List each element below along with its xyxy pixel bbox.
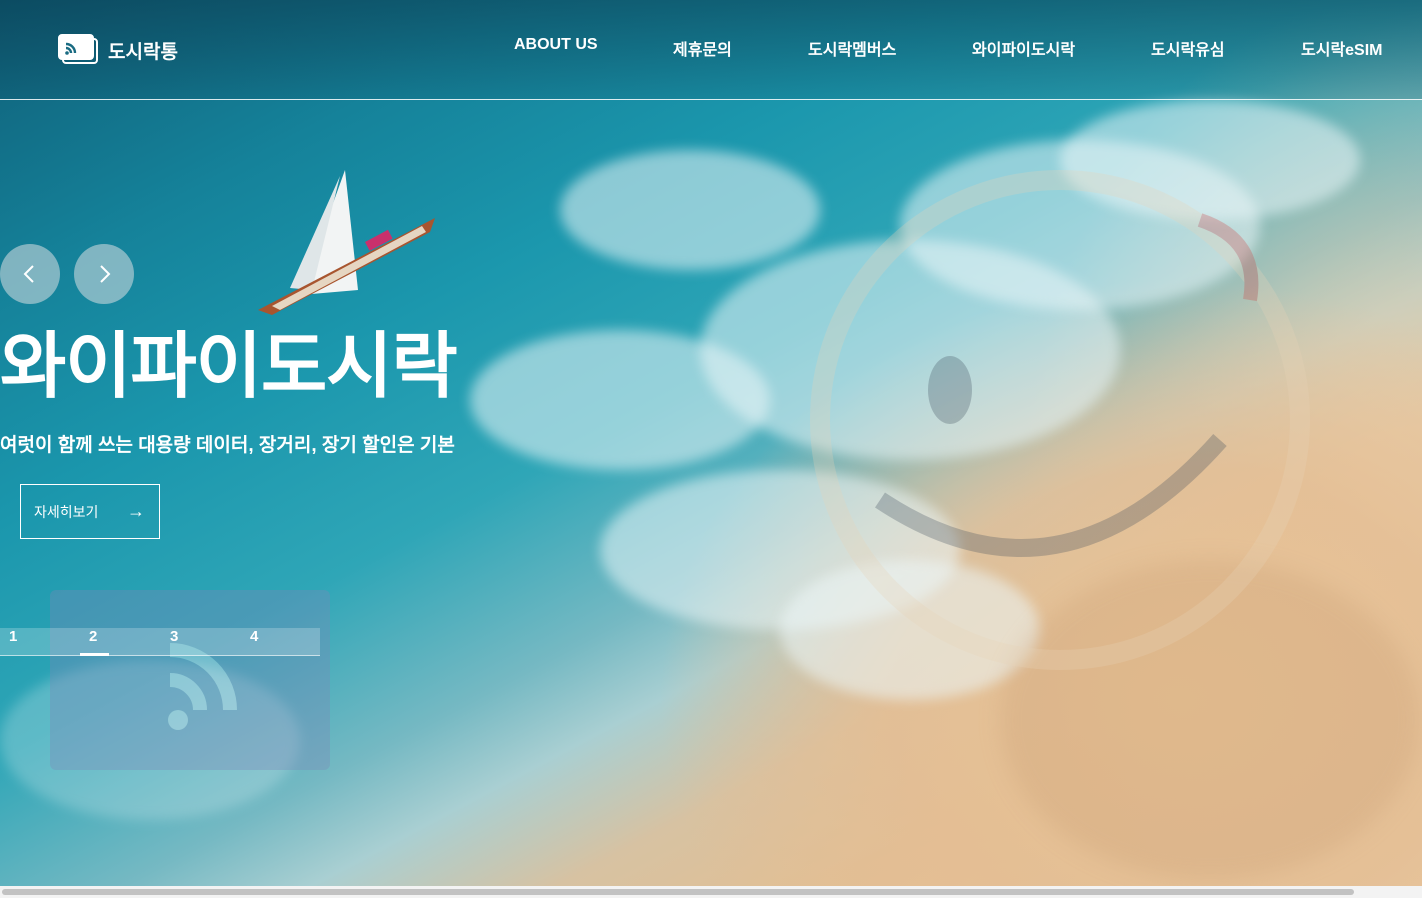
nav-item-usim[interactable]: 도시락유심 <box>1151 36 1225 60</box>
smiley-watermark-icon <box>810 170 1310 670</box>
slide-pagination: 1 2 3 4 <box>0 628 320 656</box>
hero-subtitle: 여럿이 함께 쓰는 대용량 데이터, 장거리, 장기 할인은 기본 <box>0 435 455 456</box>
page-button-1[interactable]: 1 <box>9 628 17 645</box>
scrollbar-thumb[interactable] <box>2 889 1354 895</box>
view-details-label: 자세히보기 <box>34 503 99 520</box>
slide-prev-button[interactable] <box>0 244 60 304</box>
hero-title: 와이파이도시락 <box>0 327 458 407</box>
horizontal-scrollbar[interactable] <box>0 886 1422 898</box>
chevron-right-icon <box>100 265 111 283</box>
view-details-button[interactable]: 자세히보기 → <box>20 484 160 539</box>
nav-item-wifi-dosirak[interactable]: 와이파이도시락 <box>972 36 1075 60</box>
page-button-3[interactable]: 3 <box>170 628 178 645</box>
page-button-2[interactable]: 2 <box>89 628 97 645</box>
chevron-left-icon <box>23 265 34 283</box>
nav-item-esim[interactable]: 도시락eSIM <box>1301 36 1383 60</box>
main-nav: ABOUT US 제휴문의 도시락멤버스 와이파이도시락 도시락유심 도시락eS… <box>0 36 1422 60</box>
slide-next-button[interactable] <box>74 244 134 304</box>
arrow-right-icon: → <box>127 501 145 521</box>
site-header: 도시락통 ABOUT US 제휴문의 도시락멤버스 와이파이도시락 도시락유심 … <box>0 0 1422 100</box>
nav-item-members[interactable]: 도시락멤버스 <box>808 36 896 60</box>
page-button-4[interactable]: 4 <box>250 628 258 645</box>
nav-item-partnership[interactable]: 제휴문의 <box>673 36 732 60</box>
wifi-watermark-icon <box>50 590 330 770</box>
active-page-indicator <box>80 653 109 656</box>
sailboat-image <box>258 170 435 315</box>
nav-item-about-us[interactable]: ABOUT US <box>514 36 598 54</box>
